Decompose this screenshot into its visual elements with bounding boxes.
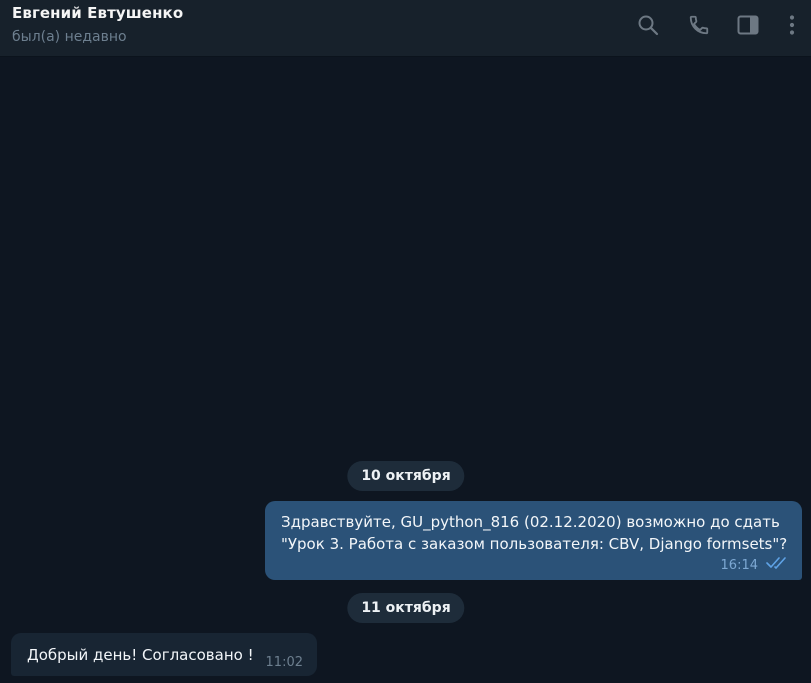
- contact-name[interactable]: Евгений Евтушенко: [12, 4, 183, 22]
- message-meta: 16:14: [721, 556, 790, 574]
- message-text: Добрый день! Согласовано !: [27, 646, 254, 664]
- date-separator: 11 октября: [347, 593, 465, 623]
- incoming-message[interactable]: Добрый день! Согласовано ! 11:02: [11, 633, 317, 676]
- sidebar-toggle-icon[interactable]: [736, 13, 760, 37]
- message-time: 11:02: [265, 655, 303, 670]
- message-text: Здравствуйте, GU_python_816 (02.12.2020)…: [281, 513, 788, 553]
- double-check-icon: [766, 556, 790, 574]
- date-separator: 10 октября: [347, 461, 465, 491]
- chat-header: Евгений Евтушенко был(а) недавно: [0, 0, 811, 57]
- message-time: 16:14: [720, 557, 758, 573]
- chat-window: Евгений Евтушенко был(а) недавно 10 октя…: [0, 0, 811, 683]
- search-icon[interactable]: [636, 13, 660, 37]
- contact-status: был(а) недавно: [12, 29, 127, 45]
- message-list[interactable]: 10 октября Здравствуйте, GU_python_816 (…: [0, 57, 811, 683]
- outgoing-message[interactable]: Здравствуйте, GU_python_816 (02.12.2020)…: [265, 501, 802, 580]
- phone-icon[interactable]: [687, 13, 711, 37]
- more-vertical-icon[interactable]: [780, 13, 804, 37]
